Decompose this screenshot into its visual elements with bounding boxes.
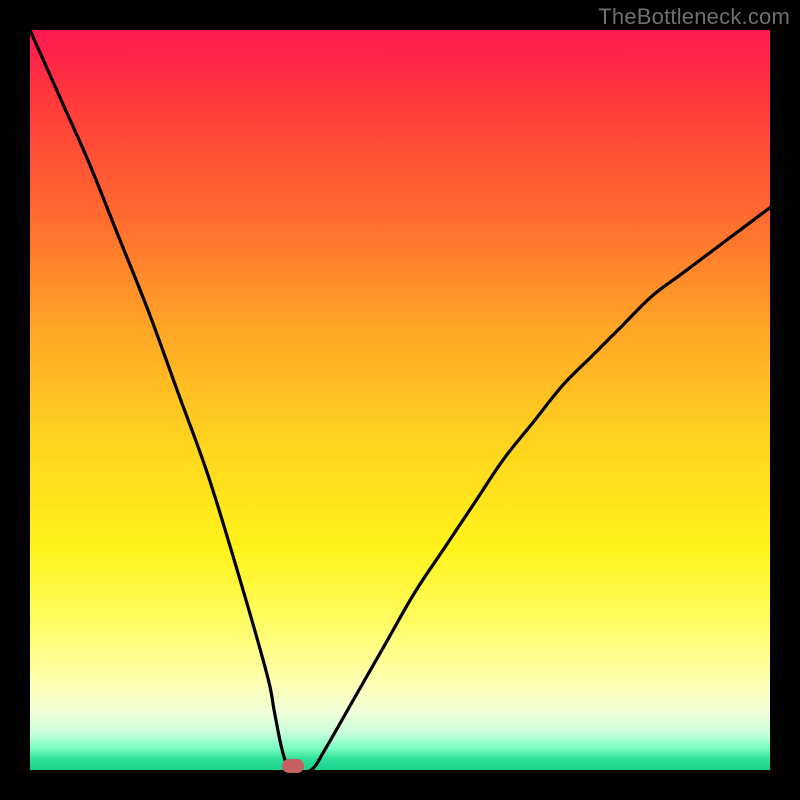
- watermark-text: TheBottleneck.com: [598, 4, 790, 30]
- chart-frame: TheBottleneck.com: [0, 0, 800, 800]
- optimal-point-marker: [282, 759, 304, 773]
- chart-area: [30, 30, 770, 770]
- bottleneck-curve: [30, 30, 770, 770]
